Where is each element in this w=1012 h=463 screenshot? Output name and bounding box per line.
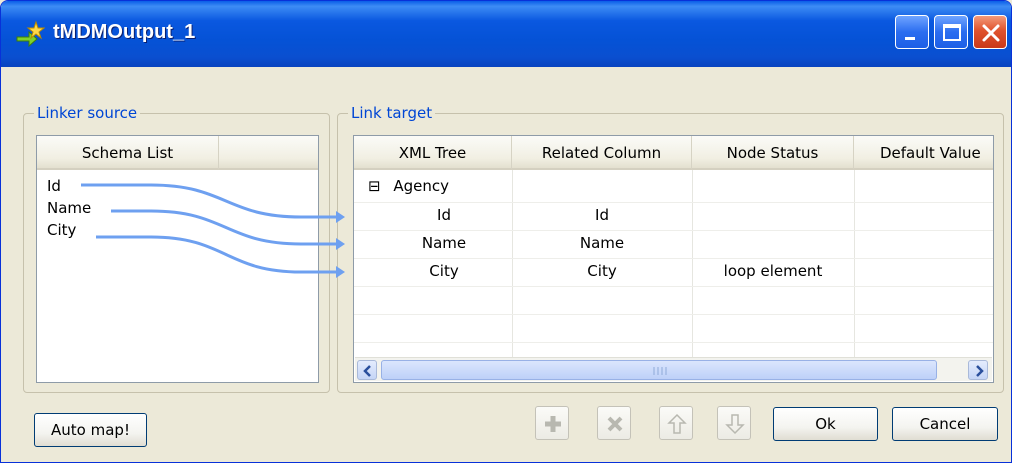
close-button[interactable] <box>973 15 1007 49</box>
grid-hline <box>354 314 993 315</box>
linker-source-legend: Linker source <box>34 104 141 122</box>
link-target-legend: Link target <box>348 104 436 122</box>
maximize-icon <box>943 24 961 41</box>
col-header-default-value[interactable]: Default Value <box>854 136 993 170</box>
collapse-icon[interactable]: ⊟ <box>368 177 381 195</box>
grid-hline <box>354 230 993 231</box>
source-field-id[interactable]: Id <box>47 177 61 195</box>
minimize-icon <box>905 37 915 40</box>
xml-tree-table: XML Tree Related Column Node Status Defa… <box>353 135 994 383</box>
grip-icon <box>653 367 667 375</box>
tree-row-agency[interactable]: ⊟ Agency <box>368 177 449 199</box>
maximize-button[interactable] <box>934 15 968 49</box>
grid-hline <box>354 286 993 287</box>
ok-button[interactable]: Ok <box>773 407 878 441</box>
delete-icon <box>607 416 623 432</box>
minimize-button[interactable] <box>895 15 929 49</box>
auto-map-button[interactable]: Auto map! <box>34 413 147 447</box>
grid-hline <box>354 258 993 259</box>
grid-hline <box>354 342 993 343</box>
scroll-thumb[interactable] <box>381 360 937 380</box>
schema-list-header-extra <box>219 136 318 170</box>
related-column-cell[interactable]: Id <box>512 206 692 224</box>
related-column-cell[interactable]: City <box>512 262 692 280</box>
arrow-left-icon <box>363 365 371 377</box>
move-down-icon <box>725 414 745 435</box>
arrow-right-icon <box>976 365 984 377</box>
title-bar[interactable]: tMDMOutput_1 <box>1 1 1011 67</box>
col-header-related-column[interactable]: Related Column <box>512 136 692 170</box>
col-header-xml-tree[interactable]: XML Tree <box>354 136 512 170</box>
source-field-name[interactable]: Name <box>47 199 91 217</box>
schema-list[interactable]: Schema List Id Name City <box>36 135 319 383</box>
move-up-button[interactable] <box>659 406 693 440</box>
source-field-city[interactable]: City <box>47 221 76 239</box>
add-button[interactable] <box>535 406 569 440</box>
scroll-right-button[interactable] <box>968 360 988 380</box>
grid-vline <box>854 170 855 358</box>
tree-node-label: Agency <box>393 177 450 195</box>
move-down-button[interactable] <box>717 406 751 440</box>
tree-node-id[interactable]: Id <box>414 206 474 224</box>
delete-button[interactable] <box>597 406 631 440</box>
window-title: tMDMOutput_1 <box>53 21 196 43</box>
dialog-window: tMDMOutput_1 Linker source Link target S… <box>0 0 1012 463</box>
col-header-node-status[interactable]: Node Status <box>692 136 854 170</box>
close-icon <box>982 24 1000 42</box>
horizontal-scrollbar[interactable] <box>355 357 992 381</box>
scroll-left-button[interactable] <box>357 360 377 380</box>
cancel-button[interactable]: Cancel <box>892 407 998 441</box>
tree-node-city[interactable]: City <box>414 262 474 280</box>
component-icon <box>16 20 45 48</box>
move-up-icon <box>667 413 687 434</box>
add-icon <box>545 416 561 432</box>
tree-node-name[interactable]: Name <box>414 234 474 252</box>
grid-hline <box>354 202 993 203</box>
node-status-cell[interactable]: loop element <box>692 262 854 280</box>
related-column-cell[interactable]: Name <box>512 234 692 252</box>
schema-list-header[interactable]: Schema List <box>37 136 219 170</box>
